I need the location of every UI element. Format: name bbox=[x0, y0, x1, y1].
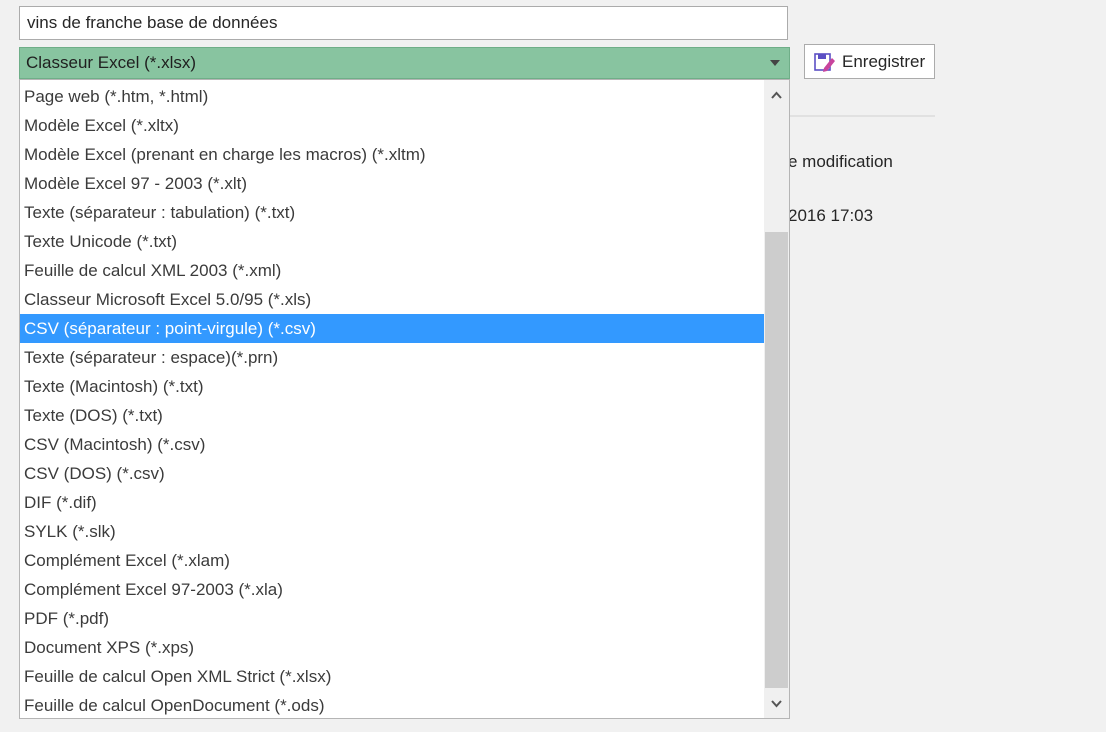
dropdown-item[interactable]: Modèle Excel 97 - 2003 (*.xlt) bbox=[20, 169, 764, 198]
chevron-down-icon bbox=[770, 60, 780, 66]
file-name-input[interactable]: vins de franche base de données bbox=[19, 6, 788, 40]
save-button-label: Enregistrer bbox=[842, 52, 926, 71]
dropdown-item[interactable]: DIF (*.dif) bbox=[20, 488, 764, 517]
save-edit-icon bbox=[814, 53, 835, 72]
dropdown-item[interactable]: CSV (DOS) (*.csv) bbox=[20, 459, 764, 488]
scrollbar-thumb[interactable] bbox=[765, 232, 788, 688]
dropdown-item[interactable]: Texte (séparateur : tabulation) (*.txt) bbox=[20, 198, 764, 227]
chevron-down-icon bbox=[771, 700, 782, 708]
dropdown-item[interactable]: Texte (séparateur : espace)(*.prn) bbox=[20, 343, 764, 372]
save-button[interactable]: Enregistrer bbox=[804, 44, 935, 79]
dropdown-item[interactable]: CSV (séparateur : point-virgule) (*.csv) bbox=[20, 314, 764, 343]
file-format-dropdown-list[interactable]: Page web (*.htm, *.html) Modèle Excel (*.… bbox=[19, 79, 790, 719]
dropdown-item[interactable]: Classeur Microsoft Excel 5.0/95 (*.xls) bbox=[20, 285, 764, 314]
dropdown-item[interactable]: Complément Excel 97-2003 (*.xla) bbox=[20, 575, 764, 604]
dropdown-item[interactable]: SYLK (*.slk) bbox=[20, 517, 764, 546]
dropdown-item[interactable]: Modèle Excel (*.xltx) bbox=[20, 111, 764, 140]
divider bbox=[790, 115, 935, 117]
dropdown-item[interactable]: Texte Unicode (*.txt) bbox=[20, 227, 764, 256]
file-format-selected-label: Classeur Excel (*.xlsx) bbox=[26, 53, 197, 72]
dropdown-item[interactable]: Page web (*.htm, *.html) bbox=[20, 82, 764, 111]
dropdown-item[interactable]: CSV (Macintosh) (*.csv) bbox=[20, 430, 764, 459]
dropdown-item[interactable]: Modèle Excel (prenant en charge les macr… bbox=[20, 140, 764, 169]
dropdown-item[interactable]: Texte (Macintosh) (*.txt) bbox=[20, 372, 764, 401]
dropdown-item[interactable]: Feuille de calcul OpenDocument (*.ods) bbox=[20, 691, 764, 718]
scroll-up-button[interactable] bbox=[764, 80, 789, 108]
dropdown-item[interactable]: Texte (DOS) (*.txt) bbox=[20, 401, 764, 430]
file-format-select[interactable]: Classeur Excel (*.xlsx) bbox=[19, 47, 790, 79]
dropdown-item[interactable]: Feuille de calcul Open XML Strict (*.xls… bbox=[20, 662, 764, 691]
dropdown-item[interactable]: Complément Excel (*.xlam) bbox=[20, 546, 764, 575]
dropdown-items: Page web (*.htm, *.html) Modèle Excel (*.… bbox=[20, 82, 764, 718]
dropdown-item[interactable]: PDF (*.pdf) bbox=[20, 604, 764, 633]
modified-date: 2016 17:03 bbox=[788, 206, 874, 225]
dropdown-item[interactable]: Feuille de calcul XML 2003 (*.xml) bbox=[20, 256, 764, 285]
modified-label: e modification bbox=[788, 152, 893, 171]
chevron-up-icon bbox=[771, 91, 782, 99]
scrollbar[interactable] bbox=[764, 80, 789, 718]
scroll-down-button[interactable] bbox=[764, 690, 789, 718]
dropdown-item[interactable]: Document XPS (*.xps) bbox=[20, 633, 764, 662]
